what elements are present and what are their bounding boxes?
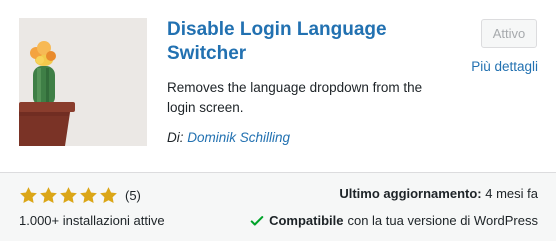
star-icon bbox=[100, 186, 117, 203]
author-link[interactable]: Dominik Schilling bbox=[187, 130, 290, 145]
star-icon bbox=[60, 186, 77, 203]
plugin-description: Removes the language dropdown from the l… bbox=[167, 80, 423, 115]
cactus-pot-image bbox=[19, 18, 147, 146]
active-installs: 1.000+ installazioni attive bbox=[19, 213, 165, 228]
check-icon bbox=[250, 215, 264, 226]
plugin-author: Di: Dominik Schilling bbox=[167, 130, 290, 145]
last-updated-label: Ultimo aggiornamento: bbox=[339, 186, 482, 201]
compatible-label: Compatibile bbox=[269, 213, 344, 228]
plugin-card-bottom bbox=[0, 172, 556, 241]
plugin-thumbnail[interactable] bbox=[19, 18, 147, 146]
plugin-title-link[interactable]: Disable Login Language Switcher bbox=[167, 18, 422, 66]
star-icon bbox=[40, 186, 57, 203]
star-icon bbox=[80, 186, 97, 203]
author-prefix: Di: bbox=[167, 130, 184, 145]
star-icon bbox=[20, 186, 37, 203]
plugin-card: Disable Login Language Switcher Removes … bbox=[0, 0, 556, 241]
plugin-card-top: Disable Login Language Switcher Removes … bbox=[0, 0, 556, 172]
compatible-text: con la tua versione di WordPress bbox=[347, 213, 538, 228]
last-updated: Ultimo aggiornamento: 4 mesi fa bbox=[339, 186, 538, 201]
last-updated-value: 4 mesi fa bbox=[485, 186, 538, 201]
rating-count: (5) bbox=[125, 187, 141, 203]
more-details-link[interactable]: Più dettagli bbox=[471, 59, 538, 74]
compatibility-status: Compatibile con la tua versione di WordP… bbox=[250, 213, 538, 228]
star-rating: (5) bbox=[19, 184, 141, 206]
active-button: Attivo bbox=[481, 19, 537, 48]
